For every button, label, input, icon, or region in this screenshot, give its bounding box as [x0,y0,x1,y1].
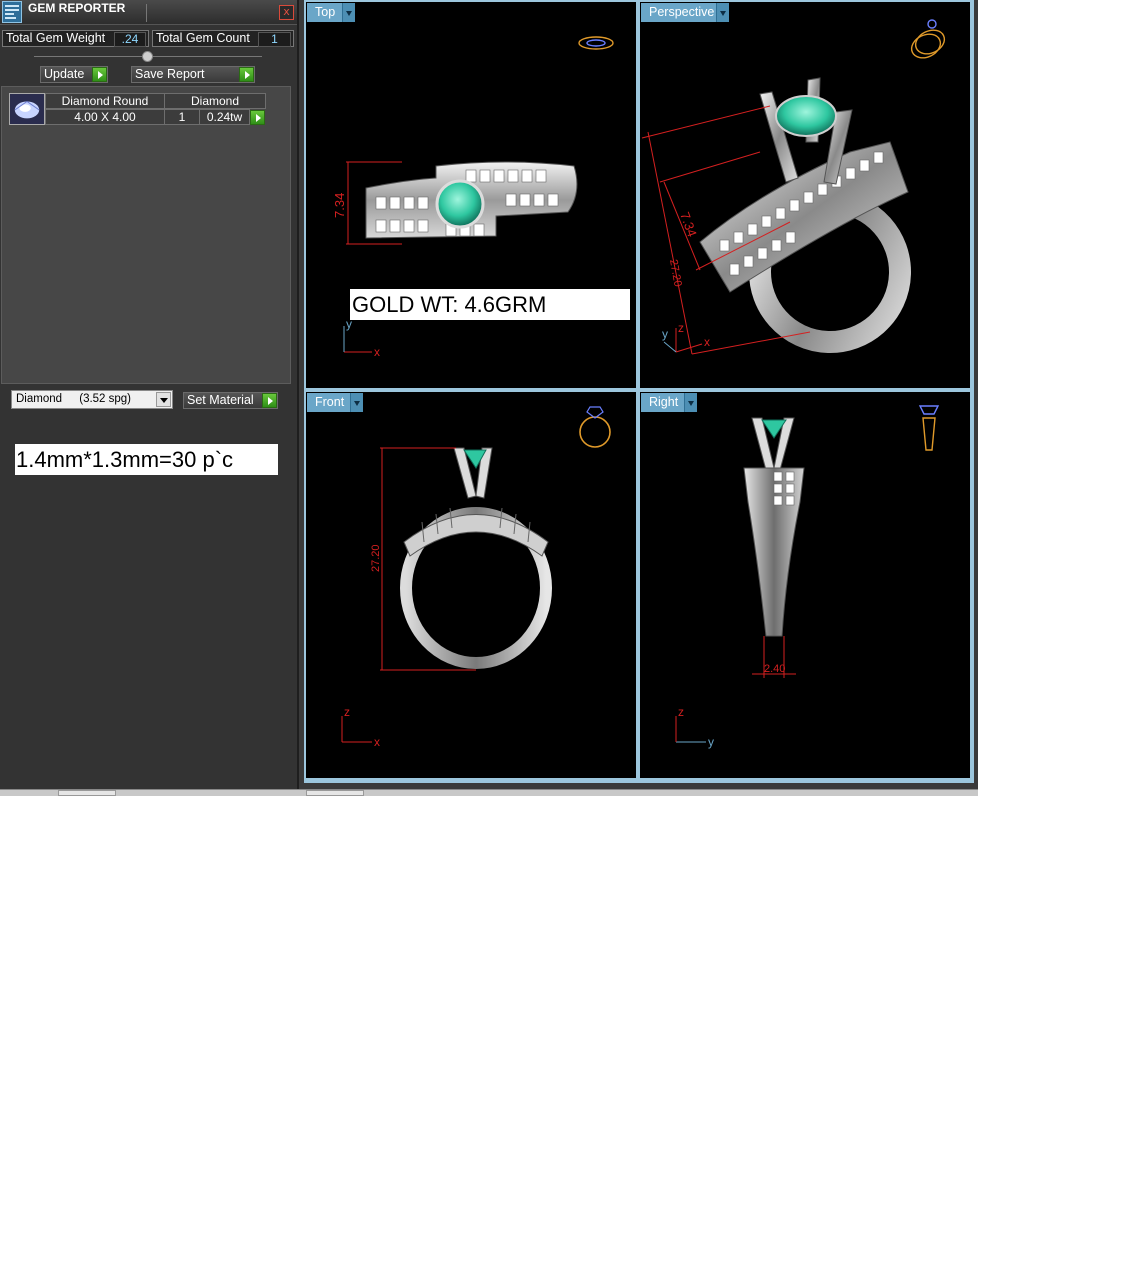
right-view-cube-icon [918,405,940,451]
right-axis-v-label: z [678,705,684,719]
material-spg: (3.52 spg) [79,393,132,405]
total-weight-label: Total Gem Weight [6,31,106,45]
total-count-value: 1 [258,32,291,47]
save-report-button[interactable]: Save Report [131,66,255,83]
top-axis-h-label: x [374,345,380,359]
top-view-cube-icon [578,36,614,50]
perspective-view-render: 7.34 27.20 y z x [641,19,946,355]
tab-top[interactable]: Top [307,3,355,22]
front-axis-triad [341,716,372,743]
right-axis-triad [675,716,706,743]
chevron-down-icon[interactable] [156,392,171,407]
update-go-icon[interactable] [92,67,107,82]
gem-reporter-panel: GEM REPORTER x Total Gem Weight .24 Tota… [0,0,299,790]
total-count-label: Total Gem Count [156,31,250,45]
chevron-down-icon[interactable] [350,393,363,412]
front-dimension-label: 27.20 [370,544,382,572]
taskbar-strip [0,789,978,796]
matrix-app-window: GEM REPORTER x Total Gem Weight .24 Tota… [0,0,978,796]
front-view-render: 27.20 z x [341,406,611,749]
perspective-dimension-a: 7.34 [677,210,700,239]
update-button-label: Update [44,67,85,81]
gem-count-cell: 1 [164,109,200,125]
gem-list: Diamond Round Diamond 4.00 X 4.00 1 0.24… [1,86,291,384]
gem-material-header: Diamond [164,93,266,109]
right-dimension-label: 2.40 [764,663,785,675]
gem-size-cell: 4.00 X 4.00 [45,109,165,125]
close-button[interactable]: x [279,5,294,20]
gold-weight-annotation: GOLD WT: 4.6GRM [350,289,630,320]
tab-top-label: Top [315,5,336,19]
taskbar-button[interactable] [58,790,116,796]
viewport-front[interactable]: 27.20 z x Front [306,392,636,778]
viewport-perspective[interactable]: 7.34 27.20 y z x Perspective [640,2,970,388]
gem-weight-cell: 0.24tw [199,109,250,125]
stone-note-annotation: 1.4mm*1.3mm=30 p`c [15,444,278,475]
total-weight-value: .24 [114,32,146,47]
tab-right-label: Right [649,395,679,409]
top-view-render: 7.34 y x [332,36,614,359]
material-name: Diamond [16,393,63,405]
tab-right[interactable]: Right [641,393,697,412]
tab-front-label: Front [315,395,345,409]
front-axis-v-label: z [344,705,350,719]
viewport-grid: 7.34 y x GOLD WT: 4.6GRM Top 7.34 27.20 … [304,0,974,783]
top-dimension-label: 7.34 [332,193,347,218]
chevron-down-icon[interactable] [684,393,697,412]
perspective-axis-x-label: x [704,335,710,349]
gem-shape-header: Diamond Round [45,93,165,109]
tab-perspective[interactable]: Perspective [641,3,729,22]
right-axis-h-label: y [708,735,714,749]
perspective-dimension-b: 27.20 [667,258,684,287]
perspective-view-cube-icon [910,19,946,59]
perspective-axis-z-label: z [678,321,684,335]
tab-front[interactable]: Front [307,393,363,412]
viewport-right[interactable]: 2.40 z y Right [640,392,970,778]
panel-titlebar: GEM REPORTER x [0,0,297,25]
chevron-down-icon[interactable] [342,3,355,22]
save-report-button-label: Save Report [135,67,205,81]
save-report-go-icon[interactable] [239,67,254,82]
front-view-cube-icon [579,406,611,448]
viewport-top[interactable]: 7.34 y x GOLD WT: 4.6GRM Top [306,2,636,388]
panel-title: GEM REPORTER [28,1,126,15]
taskbar-button[interactable] [306,790,364,796]
material-select[interactable]: Diamond (3.52 spg) [11,390,173,409]
right-view-render: 2.40 z y [675,405,940,749]
tab-perspective-label: Perspective [649,5,715,19]
set-material-label: Set Material [187,393,254,407]
round-diamond-icon [9,93,45,125]
perspective-axis-y-label: y [662,327,668,341]
titlebar-divider [146,4,276,22]
chevron-down-icon[interactable] [716,3,729,22]
set-material-go-icon[interactable] [262,393,277,408]
front-axis-h-label: x [374,735,380,749]
gem-reporter-icon [2,1,22,23]
splitter-handle[interactable] [142,51,153,62]
gem-row-go-icon[interactable] [250,110,265,125]
